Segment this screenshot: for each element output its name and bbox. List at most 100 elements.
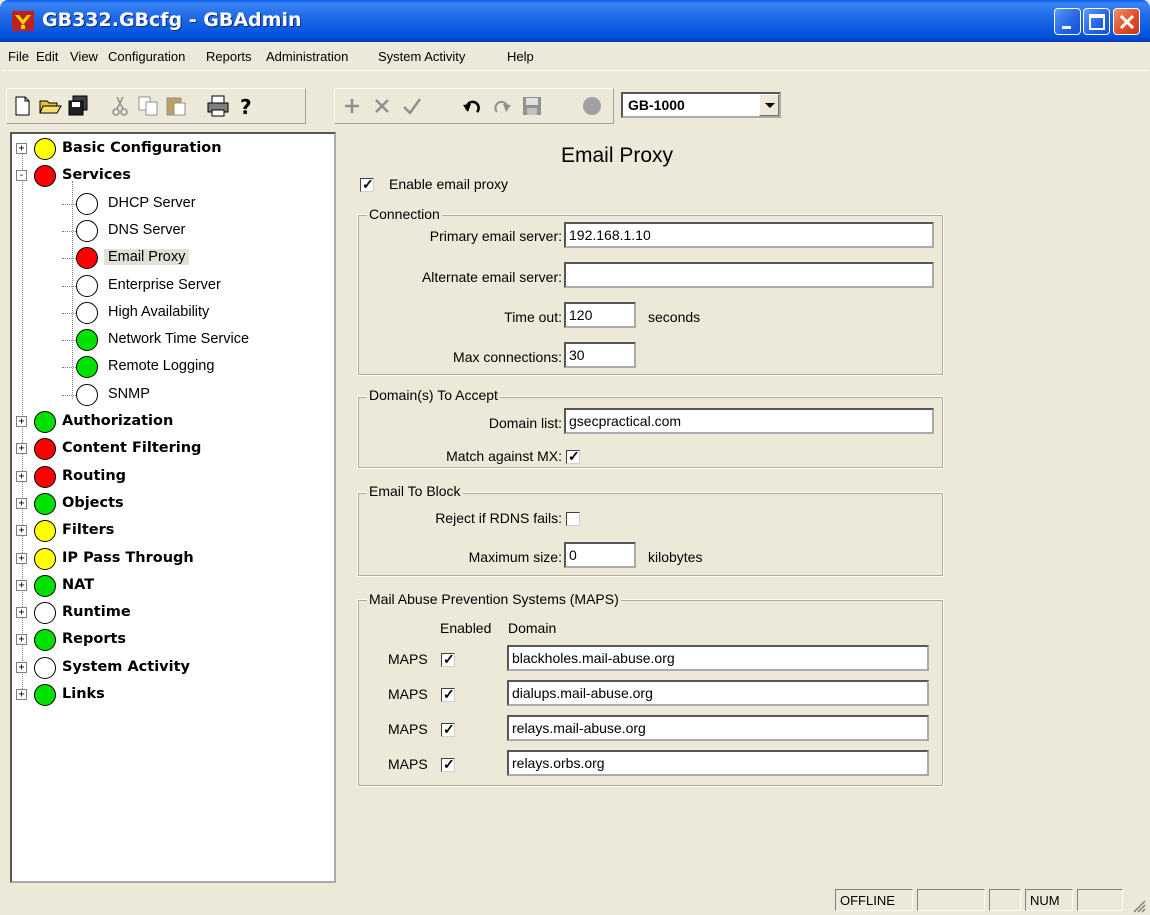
minimize-icon [1062, 26, 1071, 29]
alternate-server-input[interactable] [564, 262, 934, 288]
menu-administration[interactable]: Administration [266, 49, 348, 64]
enable-email-proxy-checkbox[interactable] [360, 176, 374, 192]
maps-domain-input[interactable]: relays.mail-abuse.org [507, 715, 929, 741]
maximum-size-input[interactable]: 0 [564, 542, 636, 568]
timeout-input[interactable]: 120 [564, 302, 636, 328]
maps-enabled-checkbox[interactable] [441, 756, 455, 772]
title-bar[interactable]: GB332.GBcfg - GBAdmin [0, 0, 1150, 42]
maps-domain-input[interactable]: relays.orbs.org [507, 750, 929, 776]
redo-button[interactable] [489, 93, 515, 119]
status-green-circle-icon [34, 629, 56, 652]
email-proxy-panel: Email Proxy Enable email proxy Connectio… [343, 132, 1146, 883]
expand-plus-icon[interactable]: + [16, 689, 27, 700]
tree-item-routing[interactable]: + Routing [12, 465, 332, 491]
maximize-button[interactable] [1083, 8, 1110, 35]
expand-plus-icon[interactable]: + [16, 579, 27, 591]
status-green-circle-icon [34, 684, 56, 706]
menu-help[interactable]: Help [507, 49, 534, 64]
tree-item-label: Basic Configuration [62, 140, 222, 156]
close-button[interactable] [1113, 8, 1140, 35]
tree-item-network-time-service[interactable]: Network Time Service [12, 328, 332, 354]
status-red-circle-icon [34, 165, 56, 188]
tree-item-snmp[interactable]: SNMP [12, 383, 332, 409]
record-button[interactable] [579, 93, 605, 119]
maximum-size-label: Maximum size: [468, 549, 562, 565]
save-all-button[interactable] [65, 93, 91, 119]
primary-server-input[interactable]: 192.168.1.10 [564, 222, 934, 248]
maps-enabled-checkbox[interactable] [441, 686, 455, 702]
menu-reports[interactable]: Reports [206, 49, 252, 64]
minimize-button[interactable] [1054, 8, 1081, 35]
record-circle-icon [583, 97, 601, 115]
save-button[interactable] [519, 93, 545, 119]
tree-item-dhcp-server[interactable]: DHCP Server [12, 192, 332, 218]
tree-item-enterprise-server[interactable]: Enterprise Server [12, 274, 332, 300]
tree-item-authorization[interactable]: + Authorization [12, 410, 332, 436]
maps-domain-input[interactable]: dialups.mail-abuse.org [507, 680, 929, 706]
menu-configuration[interactable]: Configuration [108, 49, 185, 64]
expand-plus-icon[interactable]: + [16, 661, 27, 673]
tree-connector [62, 285, 76, 287]
reject-rdns-checkbox[interactable] [566, 512, 580, 526]
checkmark-icon [403, 98, 422, 115]
tree-item-objects[interactable]: + Objects [12, 492, 332, 518]
menu-view[interactable]: View [70, 49, 98, 64]
paste-button[interactable] [163, 93, 189, 119]
tree-item-email-proxy[interactable]: Email Proxy [12, 246, 332, 272]
maps-enabled-checkbox[interactable] [441, 721, 455, 737]
match-mx-checkbox[interactable] [566, 448, 580, 464]
cut-button[interactable] [107, 93, 133, 119]
maps-enabled-checkbox[interactable] [441, 651, 455, 667]
menu-edit[interactable]: Edit [36, 49, 58, 64]
chevron-down-icon[interactable] [759, 94, 779, 116]
tree-item-system-activity[interactable]: + System Activity [12, 656, 332, 682]
add-button[interactable] [339, 93, 365, 119]
tree-item-filters[interactable]: + Filters [12, 519, 332, 545]
toolbar: ? GB-1000 [4, 88, 1146, 124]
collapse-minus-icon[interactable]: - [16, 170, 27, 182]
maps-row-label: MAPS [388, 686, 428, 702]
expand-plus-icon[interactable]: + [16, 470, 27, 482]
copy-button[interactable] [135, 93, 161, 119]
status-white-circle-icon [76, 219, 98, 242]
device-select[interactable]: GB-1000 [621, 92, 781, 118]
tree-item-content-filtering[interactable]: + Content Filtering [12, 437, 332, 463]
resize-grip-icon[interactable] [1130, 897, 1146, 913]
toolbar-file-group: ? [6, 88, 306, 124]
maps-enabled-header: Enabled [440, 620, 492, 636]
expand-plus-icon[interactable]: + [16, 143, 27, 154]
tree-item-high-availability[interactable]: High Availability [12, 301, 332, 327]
expand-plus-icon[interactable]: + [16, 443, 27, 455]
help-button[interactable]: ? [233, 93, 259, 119]
maps-domain-input[interactable]: blackholes.mail-abuse.org [507, 645, 929, 671]
expand-plus-icon[interactable]: + [16, 552, 27, 564]
delete-button[interactable] [369, 93, 395, 119]
expand-plus-icon[interactable]: + [16, 634, 27, 646]
tree-item-remote-logging[interactable]: Remote Logging [12, 355, 332, 381]
tree-item-dns-server[interactable]: DNS Server [12, 219, 332, 245]
apply-button[interactable] [399, 93, 425, 119]
new-button[interactable] [9, 93, 35, 119]
tree-item-services[interactable]: - Services [12, 164, 332, 190]
expand-plus-icon[interactable]: + [16, 497, 27, 509]
expand-plus-icon[interactable]: + [16, 607, 27, 619]
alternate-server-label: Alternate email server: [421, 269, 562, 285]
undo-button[interactable] [459, 93, 485, 119]
open-button[interactable] [37, 93, 63, 119]
menu-system-activity[interactable]: System Activity [378, 49, 465, 64]
tree-item-runtime[interactable]: + Runtime [12, 601, 332, 627]
expand-plus-icon[interactable]: + [16, 416, 27, 427]
status-red-circle-icon [76, 247, 98, 270]
email-block-legend: Email To Block [367, 483, 463, 499]
tree-item-basic-configuration[interactable]: + Basic Configuration [12, 137, 332, 163]
tree-item-links[interactable]: + Links [12, 683, 332, 709]
max-connections-input[interactable]: 30 [564, 342, 636, 368]
menu-file[interactable]: File [8, 49, 29, 64]
navigation-tree[interactable]: + Basic Configuration - Services DHCP Server… [10, 132, 336, 883]
tree-item-nat[interactable]: + NAT [12, 574, 332, 600]
domain-list-input[interactable]: gsecpractical.com [564, 408, 934, 434]
print-button[interactable] [205, 93, 231, 119]
tree-item-reports[interactable]: + Reports [12, 628, 332, 654]
tree-item-ip-pass-through[interactable]: + IP Pass Through [12, 547, 332, 573]
expand-plus-icon[interactable]: + [16, 525, 27, 537]
